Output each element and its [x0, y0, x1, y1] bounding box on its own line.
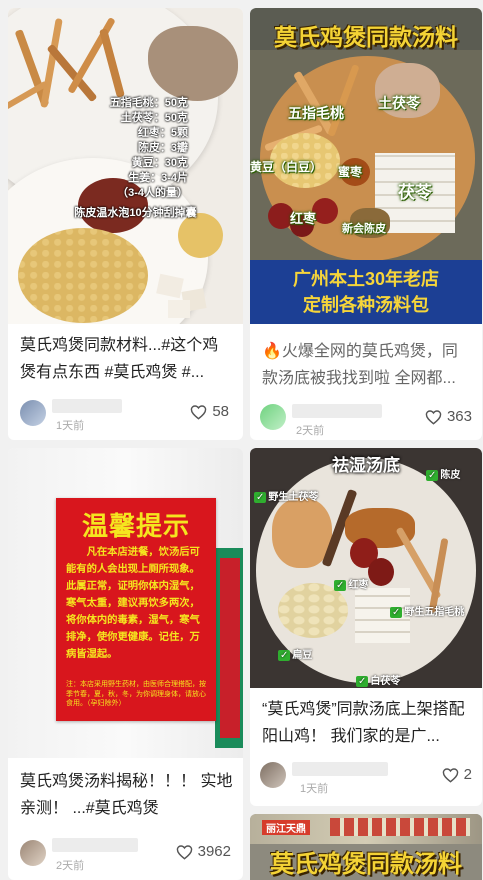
shop-sign: 丽江天鼎 [262, 820, 310, 835]
username-blurred[interactable] [52, 399, 122, 413]
post-time: 2天前 [296, 425, 325, 437]
like-button[interactable]: 2 [442, 766, 472, 783]
ingredient-check: ✓ 野生五指毛桃 [390, 603, 464, 618]
feed-card[interactable]: 温馨提示 凡在本店进餐，饮汤后可能有的人会出现上厕所现象。此属正常，证明你体内湿… [8, 448, 243, 880]
sign-note: 注：本店采用野生药材，由医师合理搭配，按季节春，夏，秋，冬，为你调理身体，请放心… [66, 681, 206, 707]
avatar[interactable] [260, 404, 286, 430]
ingredient-check: ✓ 扁豆 [278, 646, 312, 661]
recipe-line: 黄豆：30克 [131, 157, 188, 169]
recipe-line: 五指毛桃：50克 [109, 97, 188, 109]
like-button[interactable]: 3962 [176, 843, 231, 860]
card-cover-image: 祛湿汤底 ✓ 陈皮 ✓ 野生土茯苓 ✓ 红枣 ✓ 野生五指毛桃 ✓ 扁豆 ✓ 白茯苓 [250, 448, 482, 688]
post-time: 1天前 [300, 783, 329, 795]
ingredient-label: 陈皮 [440, 470, 461, 481]
recipe-line: 土茯苓：50克 [120, 112, 188, 124]
ingredient-label: 野生五指毛桃 [404, 607, 465, 618]
card-cover-image: 莫氏鸡煲同款汤料 五指毛桃 土茯苓 黄豆（白豆） 蜜枣 茯苓 红枣 新会陈皮 广… [250, 8, 482, 324]
footer-line: 广州本土30年老店 [292, 269, 440, 289]
heart-icon [191, 404, 207, 420]
recipe-note: 陈皮温水泡10分钟刮掉囊 [74, 207, 197, 219]
like-count: 3962 [197, 843, 231, 860]
recipe-line: 陈皮：3瓣 [137, 142, 188, 154]
ingredient-check: ✓ 陈皮 [426, 466, 460, 481]
ingredient-label: 黄豆（白豆） [250, 160, 323, 174]
ingredient-label: 茯苓 [398, 183, 432, 202]
post-time: 1天前 [56, 420, 85, 432]
ingredient-label: 扁豆 [292, 650, 313, 661]
username-blurred[interactable] [292, 404, 382, 418]
check-icon: ✓ [390, 607, 403, 618]
ingredient-label: 新会陈皮 [342, 223, 386, 235]
heart-icon [176, 844, 192, 860]
feed-card[interactable]: 莫氏鸡煲同款汤料 五指毛桃 土茯苓 黄豆（白豆） 蜜枣 茯苓 红枣 新会陈皮 广… [250, 8, 482, 440]
card-title[interactable]: 莫氏鸡煲汤料揭秘！！！ 实地亲测！ ...#莫氏鸡煲 [20, 768, 233, 822]
recipe-overlay: 五指毛桃：50克 土茯苓：50克 红枣：5颗 陈皮：3瓣 黄豆：30克 生姜：3… [48, 96, 188, 201]
ingredient-label: 红枣 [348, 580, 369, 591]
ingredient-label: 五指毛桃 [288, 105, 344, 121]
feed-card[interactable]: 五指毛桃：50克 土茯苓：50克 红枣：5颗 陈皮：3瓣 黄豆：30克 生姜：3… [8, 8, 243, 440]
card-title[interactable]: 🔥火爆全网的莫氏鸡煲，同款汤底被我找到啦 全网都... [262, 338, 472, 392]
check-icon: ✓ [254, 492, 267, 503]
avatar[interactable] [20, 400, 46, 426]
like-count: 58 [212, 403, 229, 420]
heart-icon [442, 767, 458, 783]
ingredient-label: 白茯苓 [370, 676, 401, 687]
card-title[interactable]: 莫氏鸡煲同款材料...#这个鸡煲有点东西 #莫氏鸡煲 #... [20, 332, 233, 386]
image-header: 莫氏鸡煲同款汤料 [274, 24, 458, 50]
ingredient-label: 野生土茯苓 [268, 492, 319, 503]
card-cover-image: 丽江天鼎 莫氏鸡煲同款汤料 [250, 814, 482, 880]
image-footer: 广州本土30年老店 定制各种汤料包 [250, 260, 482, 324]
username-blurred[interactable] [292, 762, 388, 776]
ingredient-check: ✓ 白茯苓 [356, 672, 400, 687]
check-icon: ✓ [356, 676, 369, 687]
ingredient-check: ✓ 野生土茯苓 [254, 488, 318, 503]
recipe-line: 生姜：3-4片 [128, 172, 188, 184]
like-count: 363 [446, 408, 472, 425]
ingredient-check: ✓ 红枣 [334, 576, 368, 591]
check-icon: ✓ [426, 470, 439, 481]
check-icon: ✓ [278, 650, 291, 661]
warning-sign: 温馨提示 凡在本店进餐，饮汤后可能有的人会出现上厕所现象。此属正常，证明你体内湿… [56, 498, 216, 721]
ingredient-label: 土茯苓 [378, 95, 420, 111]
avatar[interactable] [20, 840, 46, 866]
recipe-line: 红枣：5颗 [137, 127, 188, 139]
feed-card[interactable]: 丽江天鼎 莫氏鸡煲同款汤料 [250, 814, 482, 880]
post-time: 2天前 [56, 860, 85, 872]
like-button[interactable]: 363 [425, 408, 472, 425]
sign-title: 温馨提示 [81, 511, 190, 541]
card-cover-image: 温馨提示 凡在本店进餐，饮汤后可能有的人会出现上厕所现象。此属正常，证明你体内湿… [8, 448, 243, 758]
footer-line: 定制各种汤料包 [303, 295, 429, 315]
card-title[interactable]: “莫氏鸡煲”同款汤底上架搭配阳山鸡！ 我们家的是广... [262, 696, 472, 750]
avatar[interactable] [260, 762, 286, 788]
ingredient-label: 蜜枣 [338, 165, 363, 179]
feed-card[interactable]: 祛湿汤底 ✓ 陈皮 ✓ 野生土茯苓 ✓ 红枣 ✓ 野生五指毛桃 ✓ 扁豆 ✓ 白茯苓 “莫氏… [250, 448, 482, 806]
like-count: 2 [463, 766, 472, 783]
username-blurred[interactable] [52, 838, 138, 852]
like-button[interactable]: 58 [190, 403, 229, 420]
ingredient-label: 红枣 [290, 211, 317, 226]
check-icon: ✓ [334, 580, 347, 591]
sign-body: 凡在本店进餐，饮汤后可能有的人会出现上厕所现象。此属正常，证明你体内湿气，寒气太… [66, 547, 200, 660]
recipe-line: （3-4人的量） [117, 187, 188, 199]
heart-icon [425, 409, 442, 425]
image-header: 莫氏鸡煲同款汤料 [270, 851, 462, 878]
card-cover-image: 五指毛桃：50克 土茯苓：50克 红枣：5颗 陈皮：3瓣 黄豆：30克 生姜：3… [8, 8, 243, 324]
